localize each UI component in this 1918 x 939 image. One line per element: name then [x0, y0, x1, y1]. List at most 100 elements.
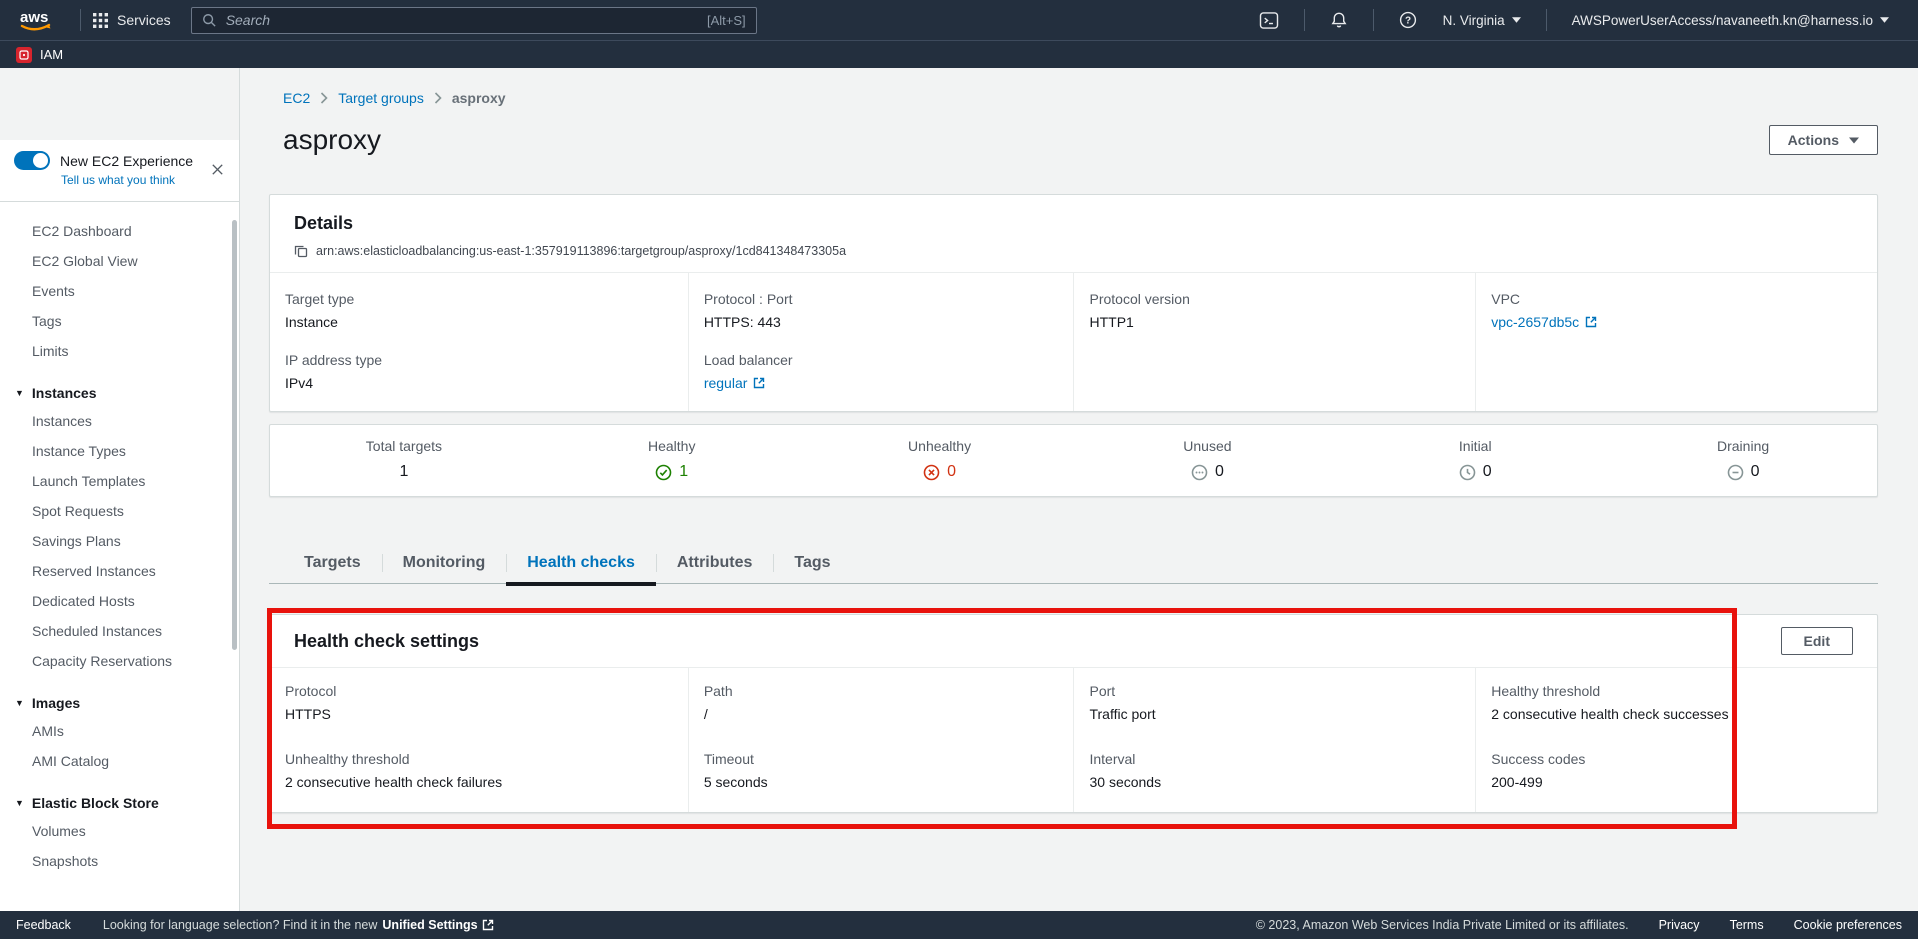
sidebar-item-limits[interactable]: Limits [0, 336, 239, 366]
tab-health-checks[interactable]: Health checks [506, 545, 656, 583]
target-group-arn: arn:aws:elasticloadbalancing:us-east-1:3… [316, 244, 846, 258]
stat-total-targets: Total targets 1 [270, 438, 538, 481]
external-link-icon [753, 377, 765, 389]
sidebar-scrollbar[interactable] [232, 220, 237, 650]
sidebar-item-ec2-dashboard[interactable]: EC2 Dashboard [0, 216, 239, 246]
stat-unhealthy: Unhealthy 0 [806, 438, 1074, 481]
account-label: AWSPowerUserAccess/navaneeth.kn@harness.… [1572, 13, 1873, 28]
port-value: Traffic port [1089, 706, 1457, 722]
banner-title: New EC2 Experience [60, 153, 193, 169]
sidebar-item-ami-catalog[interactable]: AMI Catalog [0, 746, 239, 776]
edit-button[interactable]: Edit [1781, 627, 1853, 655]
section-header-label: Images [32, 695, 80, 711]
tab-targets[interactable]: Targets [283, 545, 382, 583]
sidebar-item-volumes[interactable]: Volumes [0, 816, 239, 846]
ellipsis-circle-icon [1191, 464, 1208, 481]
external-link-icon [482, 919, 494, 931]
field-label: Healthy threshold [1491, 683, 1859, 699]
feedback-link[interactable]: Feedback [16, 918, 71, 932]
vpc-value: vpc-2657db5c [1491, 314, 1579, 330]
search-input[interactable] [224, 11, 699, 29]
cloudshell-button[interactable] [1246, 12, 1292, 29]
field-label: Load balancer [704, 352, 1056, 368]
tab-monitoring[interactable]: Monitoring [382, 545, 507, 583]
cloudshell-icon [1259, 12, 1279, 29]
new-experience-toggle[interactable] [14, 151, 50, 170]
chevron-right-icon [434, 92, 442, 104]
sidebar-item-spot-requests[interactable]: Spot Requests [0, 496, 239, 526]
sidebar: New EC2 Experience Tell us what you thin… [0, 68, 240, 911]
help-icon: ? [1399, 11, 1417, 29]
sidebar-item-launch-templates[interactable]: Launch Templates [0, 466, 239, 496]
health-check-section: Health check settings Edit Protocol HTTP… [269, 614, 1878, 813]
sidebar-item-snapshots[interactable]: Snapshots [0, 846, 239, 876]
sidebar-item-tags[interactable]: Tags [0, 306, 239, 336]
target-type-value: Instance [285, 314, 670, 330]
cookie-preferences-link[interactable]: Cookie preferences [1794, 918, 1902, 932]
toggle-knob [33, 153, 48, 168]
details-card: Details arn:aws:elasticloadbalancing:us-… [269, 194, 1878, 412]
load-balancer-link[interactable]: regular [704, 375, 766, 391]
unified-settings-link[interactable]: Unified Settings [382, 918, 493, 932]
sidebar-item-reserved-instances[interactable]: Reserved Instances [0, 556, 239, 586]
actions-button[interactable]: Actions [1769, 125, 1878, 155]
account-menu[interactable]: AWSPowerUserAccess/navaneeth.kn@harness.… [1559, 13, 1902, 28]
global-search-box[interactable]: [Alt+S] [191, 7, 757, 34]
tell-us-link[interactable]: Tell us what you think [61, 173, 227, 187]
stat-value: 1 [679, 463, 688, 481]
region-selector[interactable]: N. Virginia [1430, 13, 1534, 28]
sidebar-section-images[interactable]: ▼ Images [0, 690, 239, 716]
close-icon[interactable] [210, 162, 225, 180]
aws-logo[interactable]: aws [16, 6, 58, 34]
sidebar-item-instances[interactable]: Instances [0, 406, 239, 436]
stat-draining: Draining 0 [1609, 438, 1877, 481]
sidebar-section-ebs[interactable]: ▼ Elastic Block Store [0, 790, 239, 816]
chevron-down-icon [1849, 137, 1859, 144]
unhealthy-threshold-value: 2 consecutive health check failures [285, 774, 670, 790]
stat-value: 0 [1751, 463, 1760, 481]
load-balancer-value: regular [704, 375, 748, 391]
sidebar-item-amis[interactable]: AMIs [0, 716, 239, 746]
copy-icon[interactable] [294, 244, 308, 258]
breadcrumb-ec2[interactable]: EC2 [283, 90, 310, 106]
chevron-down-icon: ▼ [15, 798, 24, 808]
tab-attributes[interactable]: Attributes [656, 545, 774, 583]
stat-label: Unhealthy [908, 438, 971, 454]
sidebar-item-capacity-reservations[interactable]: Capacity Reservations [0, 646, 239, 676]
stat-label: Initial [1459, 438, 1492, 454]
services-label: Services [117, 12, 171, 28]
sidebar-item-scheduled-instances[interactable]: Scheduled Instances [0, 616, 239, 646]
field-label: Timeout [704, 751, 1056, 767]
field-label: Interval [1089, 751, 1457, 767]
field-label: Protocol version [1089, 291, 1457, 307]
sidebar-item-dedicated-hosts[interactable]: Dedicated Hosts [0, 586, 239, 616]
tab-bar: Targets Monitoring Health checks Attribu… [269, 545, 1878, 584]
success-codes-value: 200-499 [1491, 774, 1859, 790]
chevron-down-icon [1512, 17, 1521, 23]
external-link-icon [1585, 316, 1597, 328]
main-content: EC2 Target groups asproxy asproxy Action… [241, 68, 1918, 911]
path-value: / [704, 706, 1056, 722]
field-label: IP address type [285, 352, 670, 368]
clock-icon [1459, 464, 1476, 481]
tab-tags[interactable]: Tags [773, 545, 851, 583]
stat-healthy: Healthy 1 [538, 438, 806, 481]
sidebar-section-instances[interactable]: ▼ Instances [0, 380, 239, 406]
notifications-button[interactable] [1317, 11, 1361, 29]
vpc-link[interactable]: vpc-2657db5c [1491, 314, 1597, 330]
sidebar-top-gap [0, 68, 239, 140]
privacy-link[interactable]: Privacy [1659, 918, 1700, 932]
stat-label: Total targets [366, 438, 442, 454]
sidebar-item-savings-plans[interactable]: Savings Plans [0, 526, 239, 556]
recent-service-iam[interactable]: IAM [40, 47, 63, 62]
sidebar-item-events[interactable]: Events [0, 276, 239, 306]
terms-link[interactable]: Terms [1730, 918, 1764, 932]
protocol-port-value: HTTPS: 443 [704, 314, 1056, 330]
sidebar-item-ec2-global-view[interactable]: EC2 Global View [0, 246, 239, 276]
help-button[interactable]: ? [1386, 11, 1430, 29]
sidebar-nav: EC2 Dashboard EC2 Global View Events Tag… [0, 202, 239, 876]
sidebar-item-instance-types[interactable]: Instance Types [0, 436, 239, 466]
services-menu-button[interactable]: Services [93, 12, 171, 28]
breadcrumb-target-groups[interactable]: Target groups [338, 90, 424, 106]
stat-label: Unused [1183, 438, 1231, 454]
